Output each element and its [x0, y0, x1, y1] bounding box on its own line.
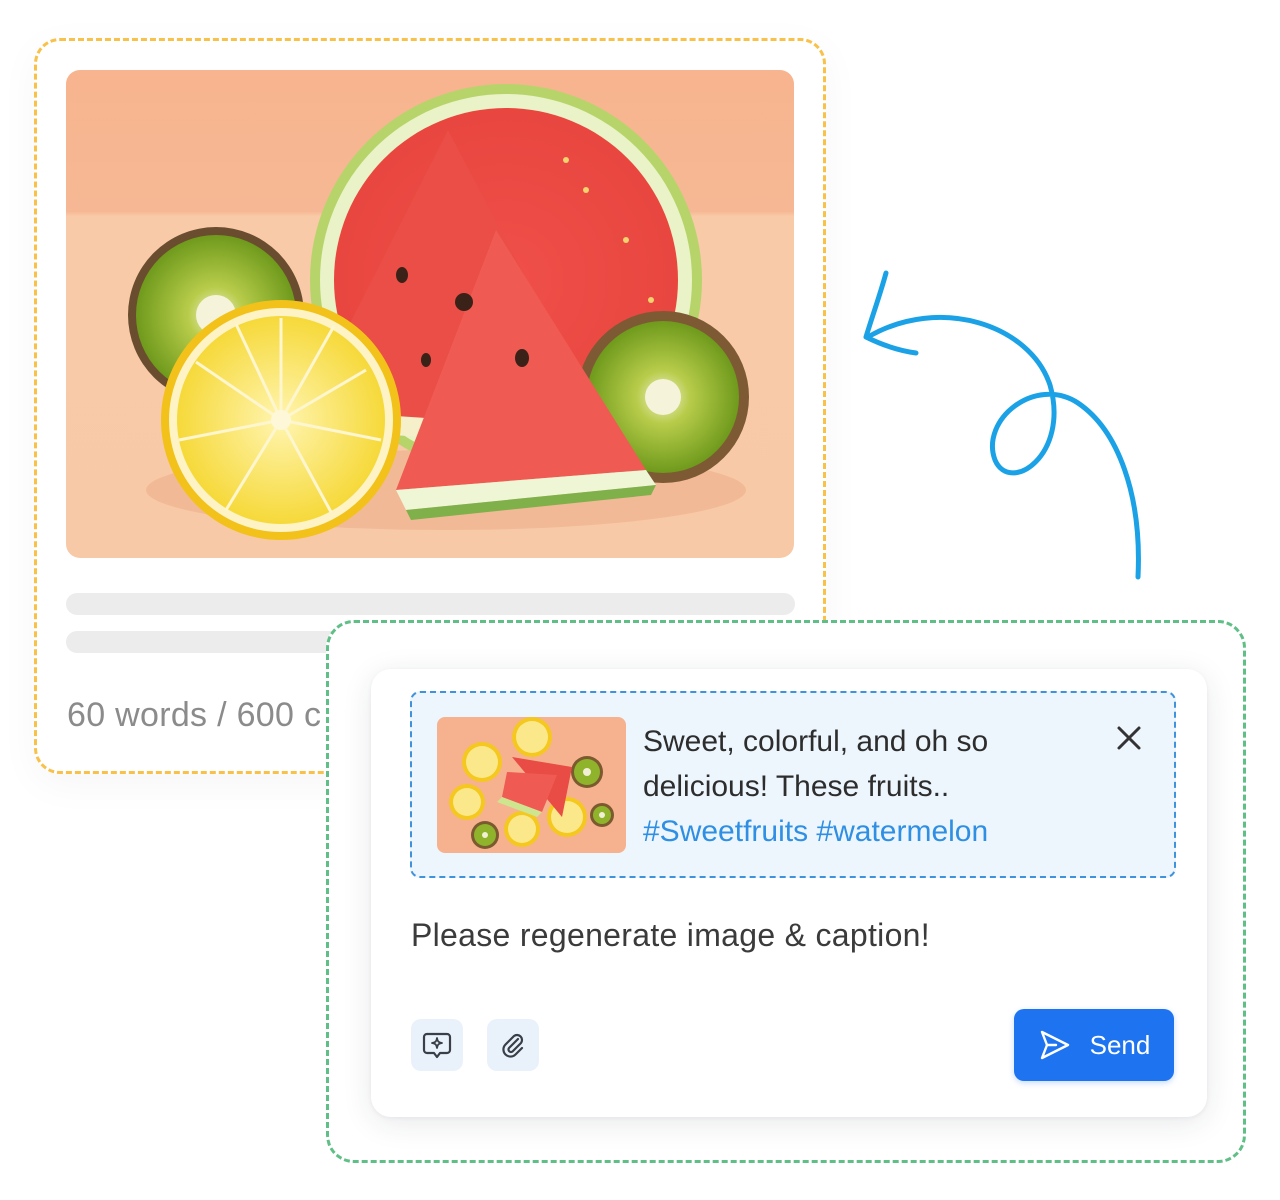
curly-arrow-icon [863, 270, 1141, 580]
send-icon [1040, 1030, 1069, 1060]
word-count: 60 words / 600 c [67, 696, 322, 734]
sparkle-chat-icon [422, 1032, 452, 1059]
ai-assist-button[interactable] [411, 1019, 463, 1071]
post-image [66, 70, 794, 558]
preview-thumbnail [437, 717, 626, 853]
preview-hashtags: #Sweetfruits #watermelon [643, 815, 989, 848]
paperclip-icon [502, 1033, 524, 1058]
preview-caption: Sweet, colorful, and oh so delicious! Th… [643, 719, 1083, 854]
reply-preview: Sweet, colorful, and oh so delicious! Th… [410, 691, 1176, 878]
chat-composer: Sweet, colorful, and oh so delicious! Th… [371, 669, 1207, 1117]
send-label: Send [1089, 1029, 1151, 1060]
message-input[interactable]: Please regenerate image & caption! [411, 917, 930, 954]
attach-button[interactable] [487, 1019, 539, 1071]
canvas: 60 words / 600 c Sweet, colorful, and oh… [0, 0, 1280, 1200]
caption-skeleton-line [66, 593, 795, 615]
close-icon[interactable] [1114, 723, 1144, 753]
chat-frame: Sweet, colorful, and oh so delicious! Th… [326, 620, 1246, 1163]
caption-line: delicious! These fruits.. [643, 770, 950, 803]
send-button[interactable]: Send [1014, 1009, 1174, 1081]
caption-line: Sweet, colorful, and oh so [643, 725, 989, 758]
